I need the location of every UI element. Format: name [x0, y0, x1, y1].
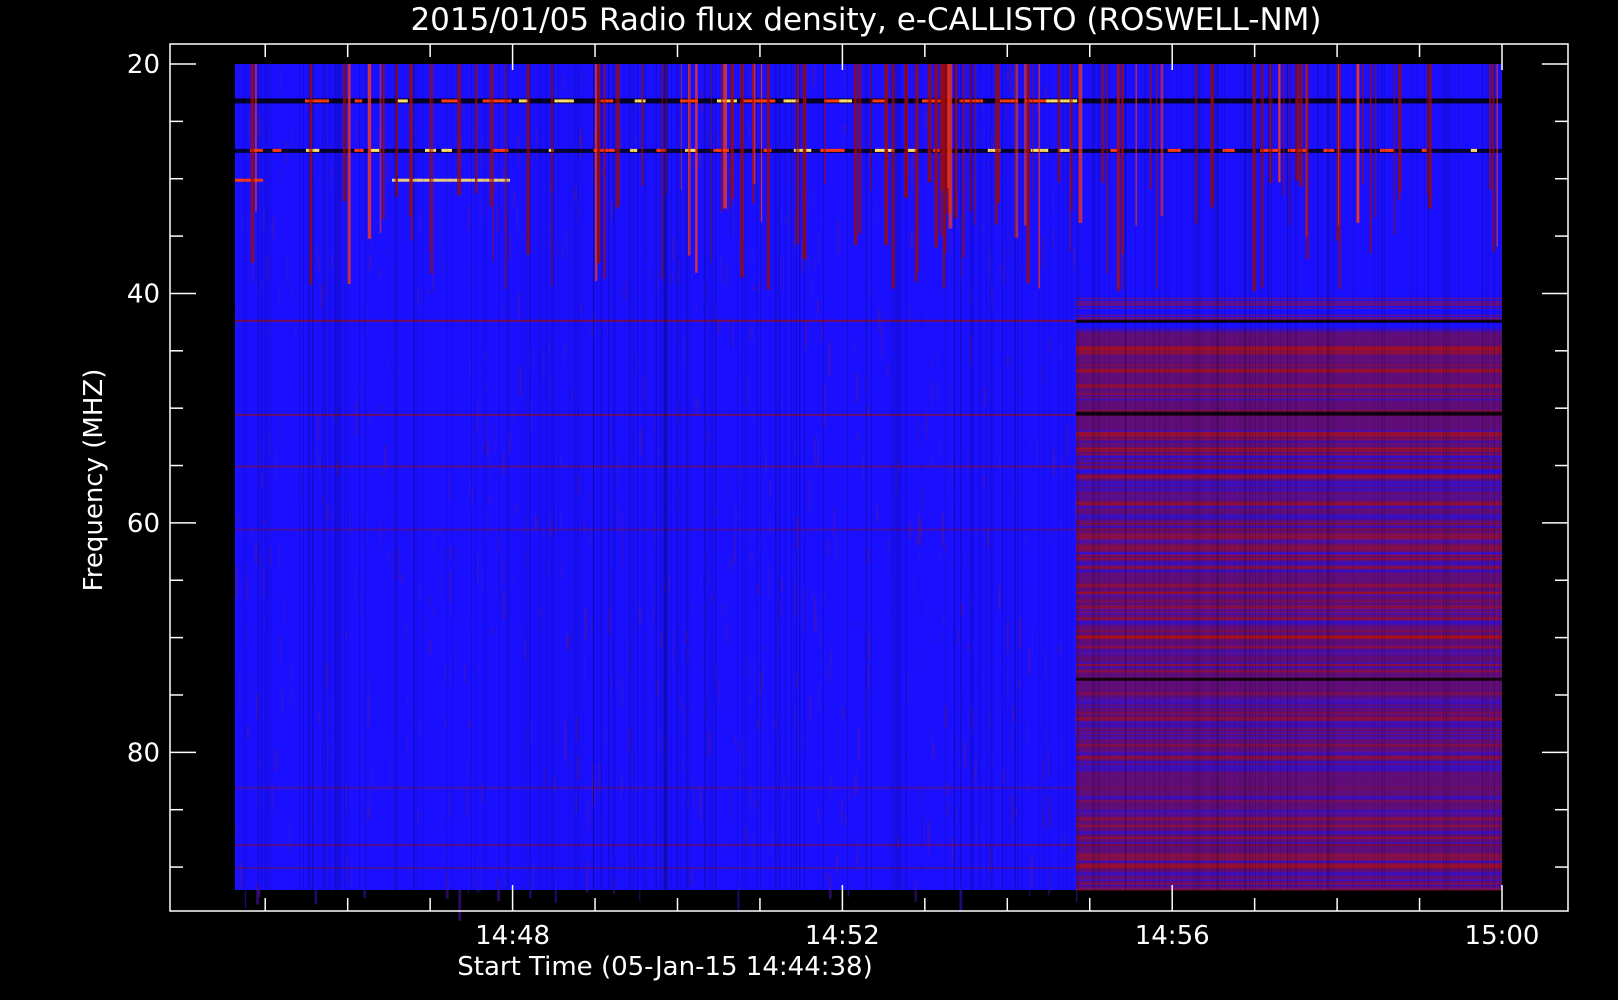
- x-axis-label: Start Time (05-Jan-15 14:44:38): [457, 952, 872, 982]
- x-tick-label: 14:52: [805, 921, 880, 951]
- x-tick-label: 15:00: [1465, 921, 1540, 951]
- spectrogram-heatmap: [235, 64, 1503, 921]
- y-tick-label: 60: [127, 509, 160, 539]
- chart-title: 2015/01/05 Radio flux density, e-CALLIST…: [410, 2, 1321, 38]
- y-axis-label: Frequency (MHZ): [79, 369, 109, 592]
- y-tick-label: 20: [127, 50, 160, 80]
- spectrogram-chart: 2015/01/05 Radio flux density, e-CALLIST…: [0, 0, 1618, 1000]
- y-tick-label: 80: [127, 738, 160, 768]
- y-tick-label: 40: [127, 279, 160, 309]
- x-tick-label: 14:56: [1135, 921, 1210, 951]
- x-tick-label: 14:48: [475, 921, 550, 951]
